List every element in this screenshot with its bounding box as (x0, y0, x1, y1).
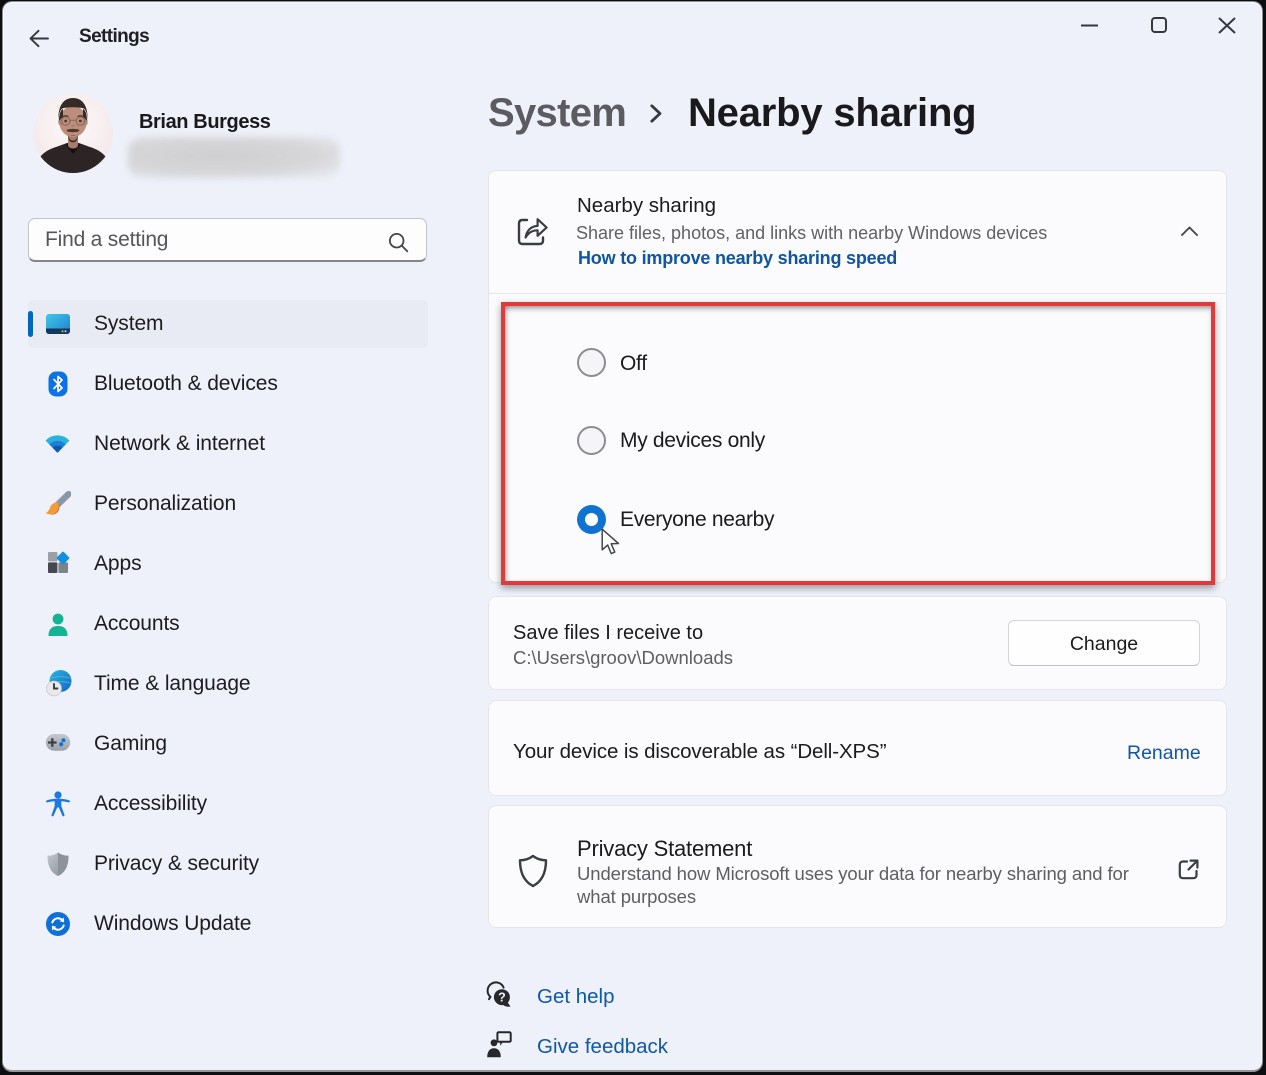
svg-text:?: ? (498, 990, 506, 1004)
